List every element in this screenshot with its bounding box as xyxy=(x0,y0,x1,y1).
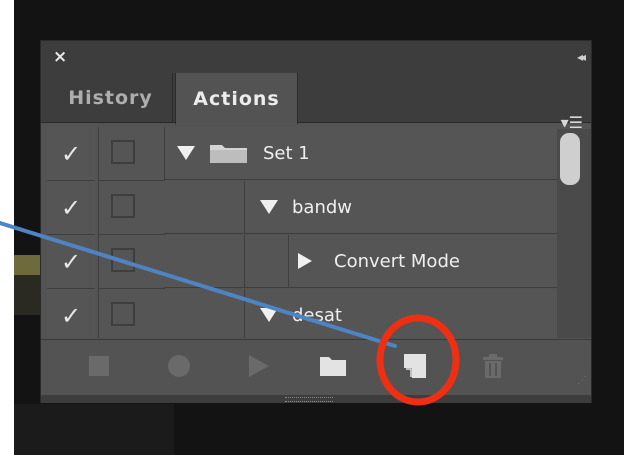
record-icon xyxy=(168,355,190,377)
dialog-toggle-box[interactable] xyxy=(111,140,135,164)
create-new-action-button[interactable] xyxy=(397,340,433,392)
toggle-dialog-cell[interactable] xyxy=(98,181,165,235)
begin-recording-button[interactable] xyxy=(161,340,197,392)
tab-label: History xyxy=(68,87,153,109)
row-divider xyxy=(288,235,289,288)
expand-triangle-icon[interactable] xyxy=(298,253,312,269)
background-image-block xyxy=(14,404,174,455)
panel-tabs: History Actions ▾☰ xyxy=(41,73,591,132)
close-icon[interactable]: × xyxy=(53,47,67,67)
scrollbar-thumb[interactable] xyxy=(560,133,580,185)
folder-icon xyxy=(319,355,347,377)
action-label: bandw xyxy=(292,196,353,218)
panel-footer xyxy=(41,395,591,403)
action-step-label: Convert Mode xyxy=(334,250,460,272)
play-icon xyxy=(249,355,269,377)
expand-triangle-icon[interactable] xyxy=(260,200,278,214)
toggle-item-checkbox[interactable]: ✓ xyxy=(47,289,95,338)
panel-title-bar[interactable]: × ◂◂ xyxy=(41,41,591,73)
panel-resize-handle[interactable] xyxy=(285,397,333,402)
checkmark-icon: ✓ xyxy=(60,301,82,330)
toggle-dialog-cell[interactable] xyxy=(98,235,165,289)
action-name-cell[interactable]: Set 1 xyxy=(164,127,567,180)
create-new-set-button[interactable] xyxy=(315,340,351,392)
toggle-item-checkbox[interactable]: ✓ xyxy=(47,235,95,289)
stop-playing-button[interactable] xyxy=(81,340,117,392)
action-name-cell[interactable]: desat xyxy=(164,289,567,338)
checkmark-icon: ✓ xyxy=(60,193,82,222)
folder-icon xyxy=(209,141,249,165)
background-image-strip xyxy=(14,275,40,315)
action-row[interactable]: ✓ bandw xyxy=(47,181,567,237)
play-selection-button[interactable] xyxy=(241,340,277,392)
actions-toolbar: ⋰ xyxy=(41,339,591,396)
checkmark-icon: ✓ xyxy=(60,139,82,168)
tab-history[interactable]: History xyxy=(49,73,173,123)
tab-label: Actions xyxy=(193,87,280,110)
toggle-dialog-cell[interactable] xyxy=(98,127,165,181)
new-action-icon xyxy=(404,354,426,378)
actions-panel: × ◂◂ History Actions ▾☰ ✓ Set 1 ✓ bandw … xyxy=(40,40,592,403)
action-step-row[interactable]: ✓ Convert Mode xyxy=(47,235,567,291)
collapse-double-arrow-icon[interactable]: ◂◂ xyxy=(577,47,586,67)
toggle-item-checkbox[interactable]: ✓ xyxy=(47,181,95,235)
background-image-strip xyxy=(14,255,40,275)
expand-triangle-icon[interactable] xyxy=(260,308,278,322)
dialog-toggle-box[interactable] xyxy=(111,194,135,218)
checkmark-icon: ✓ xyxy=(60,247,82,276)
dialog-toggle-box[interactable] xyxy=(111,302,135,326)
toggle-item-checkbox[interactable]: ✓ xyxy=(47,127,95,181)
resize-grip-icon[interactable]: ⋰ xyxy=(577,375,587,386)
toggle-dialog-cell[interactable] xyxy=(98,289,165,338)
row-divider xyxy=(244,289,245,338)
stop-icon xyxy=(89,356,109,376)
trash-icon xyxy=(482,354,504,378)
delete-button[interactable] xyxy=(475,340,511,392)
actions-list: ✓ Set 1 ✓ bandw ✓ Convert Mode ✓ desat xyxy=(47,127,567,338)
action-row[interactable]: ✓ desat xyxy=(47,289,567,338)
dialog-toggle-box[interactable] xyxy=(111,248,135,272)
tab-actions[interactable]: Actions xyxy=(175,73,298,124)
action-set-label: Set 1 xyxy=(263,142,310,164)
action-name-cell[interactable]: bandw xyxy=(164,181,567,234)
action-name-cell[interactable]: Convert Mode xyxy=(164,235,567,288)
row-divider xyxy=(244,235,245,288)
action-label: desat xyxy=(292,304,342,326)
row-divider xyxy=(244,181,245,234)
expand-triangle-icon[interactable] xyxy=(177,146,195,160)
action-set-row[interactable]: ✓ Set 1 xyxy=(47,127,567,183)
